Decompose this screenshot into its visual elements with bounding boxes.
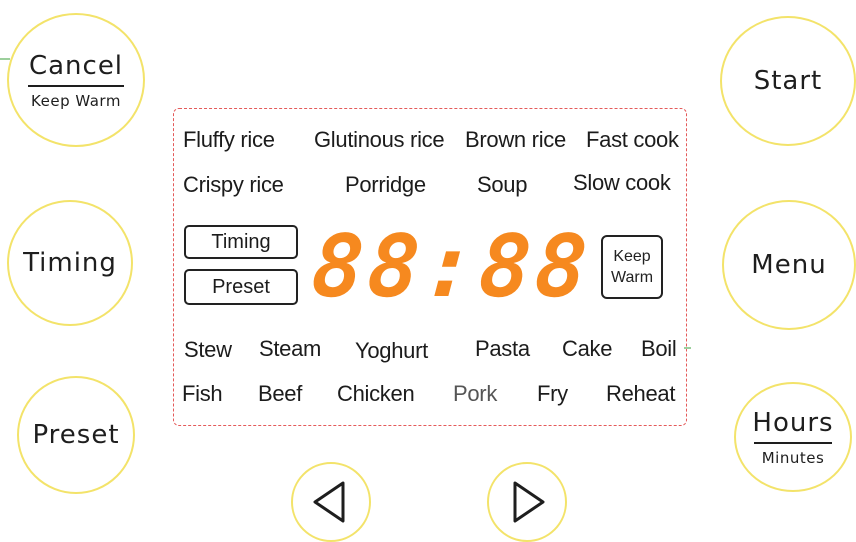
cancel-label: Cancel (28, 50, 124, 81)
keep-warm-line1: Keep (613, 248, 651, 265)
timing-indicator-label: Timing (211, 230, 271, 253)
timing-label: Timing (23, 248, 117, 278)
mode-steam[interactable]: Steam (259, 336, 321, 362)
keep-warm-label: Keep Warm (31, 91, 121, 110)
minutes-label: Minutes (761, 448, 825, 467)
previous-button[interactable] (291, 462, 371, 542)
mode-brown-rice[interactable]: Brown rice (465, 127, 566, 153)
preset-indicator-label: Preset (212, 275, 270, 298)
triangle-right-icon (513, 481, 545, 523)
menu-label: Menu (751, 250, 827, 280)
mode-crispy-rice[interactable]: Crispy rice (183, 172, 284, 198)
hours-minutes-button[interactable]: Hours Minutes (734, 382, 852, 492)
preset-label: Preset (32, 420, 120, 450)
mode-chicken[interactable]: Chicken (337, 381, 415, 407)
menu-button[interactable]: Menu (722, 200, 856, 330)
mode-pork[interactable]: Pork (453, 381, 497, 407)
keep-warm-line2: Warm (610, 269, 654, 286)
triangle-left-icon (313, 481, 345, 523)
mode-porridge[interactable]: Porridge (345, 172, 426, 198)
mode-fish[interactable]: Fish (182, 381, 223, 407)
mode-beef[interactable]: Beef (258, 381, 302, 407)
mode-boil[interactable]: Boil (641, 336, 677, 362)
mode-stew[interactable]: Stew (184, 337, 232, 363)
mode-slow-cook[interactable]: Slow cook (573, 170, 671, 196)
timing-indicator: Timing (184, 225, 298, 259)
preset-indicator: Preset (184, 269, 298, 305)
mode-fluffy-rice[interactable]: Fluffy rice (183, 127, 275, 153)
mode-cake[interactable]: Cake (562, 336, 612, 362)
time-display: 88:88 (308, 217, 595, 317)
keep-warm-indicator: Keep Warm (601, 235, 663, 299)
mode-fry[interactable]: Fry (537, 381, 568, 407)
cancel-button[interactable]: Cancel Keep Warm (7, 13, 145, 147)
cancel-edge-mark (0, 58, 10, 60)
mode-glutinous-rice[interactable]: Glutinous rice (314, 127, 445, 153)
mode-fast-cook[interactable]: Fast cook (586, 127, 679, 153)
start-label: Start (753, 66, 823, 96)
mode-reheat[interactable]: Reheat (606, 381, 675, 407)
boil-edge-mark (684, 347, 691, 349)
timing-button[interactable]: Timing (7, 200, 133, 326)
hours-divider (754, 441, 832, 444)
next-button[interactable] (487, 462, 567, 542)
preset-button[interactable]: Preset (17, 376, 135, 494)
start-button[interactable]: Start (720, 16, 856, 146)
mode-yoghurt[interactable]: Yoghurt (355, 338, 428, 364)
mode-pasta[interactable]: Pasta (475, 336, 530, 362)
hours-label: Hours (752, 407, 834, 438)
mode-soup[interactable]: Soup (477, 172, 527, 198)
cancel-divider (28, 84, 124, 87)
